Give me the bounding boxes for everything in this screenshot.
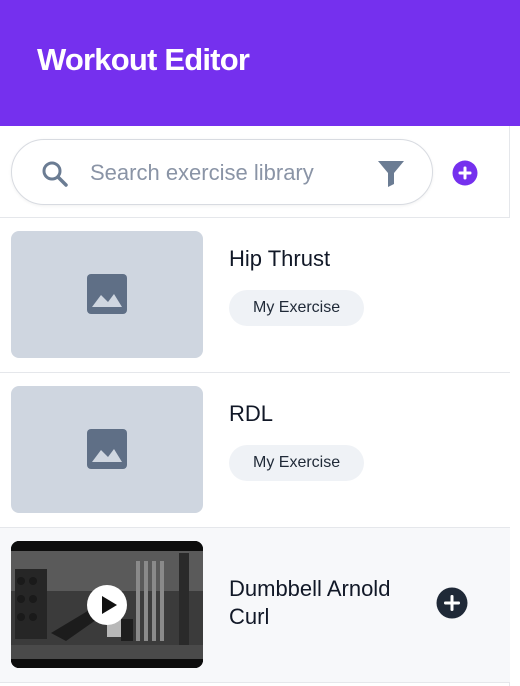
exercise-badge: My Exercise	[229, 445, 365, 481]
app-header: Workout Editor	[0, 0, 520, 126]
search-bar[interactable]	[11, 139, 433, 205]
exercise-list: Hip Thrust My Exercise RDL My Exercise D…	[0, 218, 510, 683]
exercise-row[interactable]: Hip Thrust My Exercise	[0, 218, 510, 373]
play-button[interactable]	[87, 585, 127, 625]
exercise-name: Hip Thrust	[229, 246, 331, 271]
add-exercise-row-button[interactable]	[436, 587, 468, 619]
filter-icon[interactable]	[376, 158, 406, 188]
play-icon	[102, 596, 117, 614]
image-icon	[87, 274, 127, 314]
exercise-row[interactable]: Dumbbell Arnold Curl	[0, 528, 510, 683]
image-icon	[87, 429, 127, 469]
exercise-library-panel: Hip Thrust My Exercise RDL My Exercise	[0, 126, 510, 686]
exercise-row[interactable]: RDL My Exercise	[0, 373, 510, 528]
page-title: Workout Editor	[37, 42, 250, 77]
exercise-thumbnail	[11, 231, 203, 358]
exercise-thumbnail	[11, 386, 203, 513]
search-input[interactable]	[90, 156, 360, 190]
exercise-name: RDL	[229, 401, 274, 426]
exercise-video-thumbnail	[11, 541, 203, 668]
add-exercise-button[interactable]	[452, 160, 478, 186]
exercise-name: Dumbbell Arnold Curl	[229, 576, 391, 629]
search-icon	[42, 161, 68, 187]
exercise-badge: My Exercise	[229, 290, 365, 326]
